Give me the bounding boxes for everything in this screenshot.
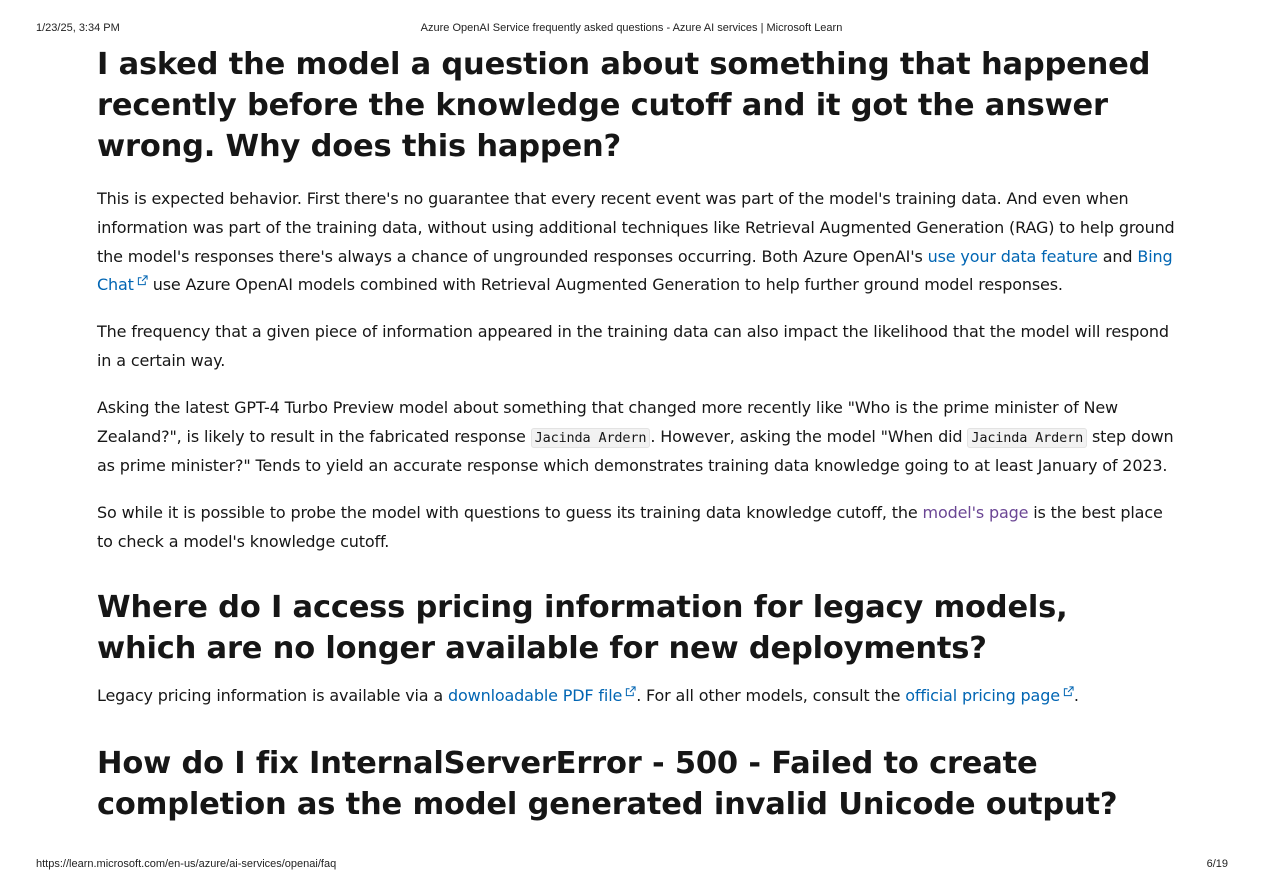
link-label: official pricing page <box>905 685 1060 705</box>
print-footer: https://learn.microsoft.com/en-us/azure/… <box>0 858 1263 874</box>
paragraph-expected-behavior: This is expected behavior. First there's… <box>97 185 1177 300</box>
article-content: I asked the model a question about somet… <box>97 44 1177 825</box>
print-doc-title: Azure OpenAI Service frequently asked qu… <box>420 22 843 34</box>
link-use-your-data[interactable]: use your data feature <box>928 247 1098 266</box>
text-segment: . However, asking the model "When did <box>650 426 968 446</box>
text-segment: So while it is possible to probe the mod… <box>97 503 923 523</box>
print-header: 1/23/25, 3:34 PM Azure OpenAI Service fr… <box>0 22 1263 38</box>
heading-knowledge-cutoff: I asked the model a question about somet… <box>97 47 1151 164</box>
link-models-page[interactable]: model's page <box>923 503 1029 522</box>
text-segment: and <box>1097 246 1138 266</box>
external-link-icon <box>1063 686 1074 696</box>
text-segment: . For all other models, consult the <box>636 685 906 705</box>
paragraph-probe-model: So while it is possible to probe the mod… <box>97 499 1177 557</box>
heading-internal-server-error: How do I fix InternalServerError - 500 -… <box>97 745 1118 822</box>
link-official-pricing[interactable]: official pricing page <box>905 686 1074 705</box>
print-page-number: 6/19 <box>1206 858 1228 870</box>
heading-legacy-pricing: Where do I access pricing information fo… <box>97 589 1068 666</box>
text-segment: . <box>1073 685 1079 705</box>
paragraph-legacy-pricing: Legacy pricing information is available … <box>97 682 1177 711</box>
external-link-icon <box>137 275 148 286</box>
link-label: downloadable PDF file <box>448 685 623 705</box>
link-downloadable-pdf[interactable]: downloadable PDF file <box>448 686 636 705</box>
paragraph-gpt4-example: Asking the latest GPT-4 Turbo Preview mo… <box>97 394 1177 481</box>
inline-code: Jacinda Ardern <box>530 427 651 448</box>
print-url: https://learn.microsoft.com/en-us/azure/… <box>36 858 337 870</box>
paragraph-frequency: The frequency that a given piece of info… <box>97 322 1169 370</box>
external-link-icon <box>626 686 636 696</box>
text-segment: Legacy pricing information is available … <box>97 685 448 705</box>
inline-code: Jacinda Ardern <box>967 427 1088 448</box>
text-segment: use Azure OpenAI models combined with Re… <box>147 275 1063 295</box>
